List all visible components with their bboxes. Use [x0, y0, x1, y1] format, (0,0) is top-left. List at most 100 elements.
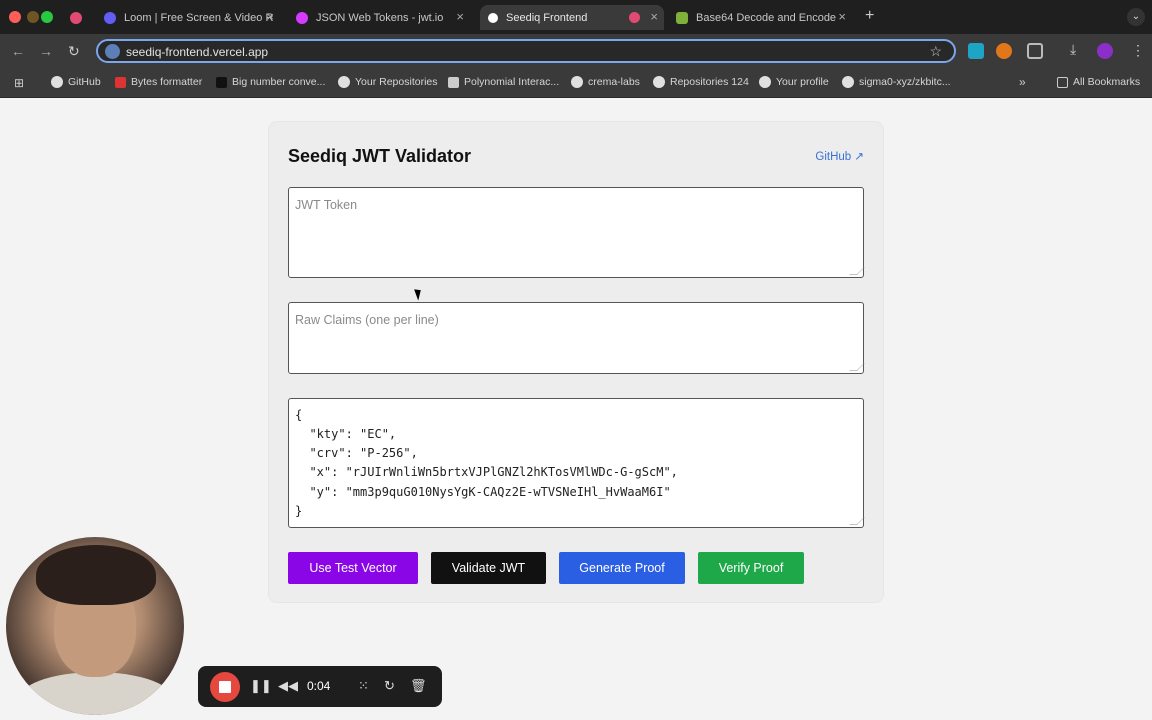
github-icon: [759, 76, 771, 88]
new-tab-icon[interactable]: +: [865, 7, 874, 25]
validate-jwt-button[interactable]: Validate JWT: [431, 552, 546, 584]
bookmarks-bar: ⊞ GitHub Bytes formatter Big number conv…: [0, 68, 1152, 98]
bookmark-bytes-formatter[interactable]: Bytes formatter: [115, 76, 202, 88]
loom-icon: [104, 11, 116, 24]
restart-icon[interactable]: ↻: [384, 678, 395, 694]
bookmark-big-number[interactable]: Big number conve...: [216, 76, 325, 88]
forward-icon[interactable]: →: [39, 43, 53, 59]
drawing-grid-icon[interactable]: ⁙: [358, 678, 369, 694]
bookmark-label: Your profile: [776, 76, 829, 88]
jwk-line: "crv": "P-256",: [295, 446, 418, 460]
jwk-line: "kty": "EC",: [295, 427, 397, 441]
use-test-vector-button[interactable]: Use Test Vector: [288, 552, 418, 584]
reload-icon[interactable]: ↻: [68, 43, 80, 60]
verify-proof-button[interactable]: Verify Proof: [698, 552, 804, 584]
download-icon[interactable]: ⤓: [1070, 41, 1076, 58]
menu-kebab-icon[interactable]: ⋮: [1131, 42, 1145, 59]
resize-handle[interactable]: [849, 363, 865, 371]
close-icon[interactable]: ×: [838, 9, 846, 24]
extensions-puzzle-icon[interactable]: [1027, 43, 1043, 59]
bookmark-label: sigma0-xyz/zkbitc...: [859, 76, 951, 88]
tab-pinned[interactable]: [70, 5, 94, 30]
bookmark-label: Bytes formatter: [131, 76, 203, 88]
jwt-icon: [296, 11, 308, 24]
bookmark-all-bookmarks[interactable]: All Bookmarks: [1057, 76, 1140, 88]
resize-handle[interactable]: [849, 517, 865, 525]
tab-label: Seediq Frontend: [506, 11, 588, 24]
back-icon[interactable]: ←: [11, 43, 25, 59]
url-text: seediq-frontend.vercel.app: [126, 45, 269, 59]
bookmark-star-icon[interactable]: ☆: [929, 43, 942, 60]
bookmark-label: Repositories 124: [670, 76, 749, 88]
tab-base64[interactable]: Base64 Decode and Encode ×: [676, 5, 852, 30]
recording-controls: ❚❚ ◀◀ 0:04 ⁙ ↻ 🗑: [198, 666, 442, 707]
jwk-line: }: [295, 504, 303, 518]
bookmark-github[interactable]: GitHub: [51, 76, 101, 88]
github-icon: [571, 76, 583, 88]
bookmark-polynomial[interactable]: Polynomial Interac...: [448, 76, 559, 88]
bookmark-favicon: [216, 76, 227, 88]
recording-time: 0:04: [307, 679, 331, 693]
github-icon: [842, 76, 854, 88]
bookmark-sigma0[interactable]: sigma0-xyz/zkbitc...: [842, 76, 951, 88]
bookmark-crema-labs[interactable]: crema-labs: [571, 76, 640, 88]
bookmark-label: GitHub: [68, 76, 101, 88]
jwk-public-key-input[interactable]: { "kty": "EC", "crv": "P-256", "x": "rJU…: [288, 398, 865, 528]
jwk-line: {: [295, 408, 303, 422]
extension-icon[interactable]: [968, 43, 984, 59]
apps-grid-icon[interactable]: ⊞: [14, 76, 24, 90]
rewind-icon[interactable]: ◀◀: [278, 678, 298, 694]
github-icon: [338, 76, 350, 88]
jwt-token-input[interactable]: JWT Token: [288, 187, 865, 278]
tab-label: JSON Web Tokens - jwt.io: [316, 11, 444, 24]
page-title: Seediq JWT Validator: [288, 146, 472, 166]
profile-avatar[interactable]: [1097, 43, 1113, 59]
tab-loom[interactable]: Loom | Free Screen & Video R ×: [104, 5, 280, 30]
github-link[interactable]: GitHub ↗: [815, 149, 864, 163]
pause-icon[interactable]: ❚❚: [250, 678, 272, 694]
metamask-icon[interactable]: [996, 43, 1012, 59]
github-icon: [653, 76, 665, 88]
bookmark-label: All Bookmarks: [1073, 76, 1141, 88]
bookmark-your-profile[interactable]: Your profile: [759, 76, 829, 88]
tab-jwt-io[interactable]: JSON Web Tokens - jwt.io ×: [296, 5, 470, 30]
maximize-window-button[interactable]: [41, 11, 53, 23]
close-icon[interactable]: ×: [456, 9, 464, 24]
validator-card: Seediq JWT Validator GitHub ↗ JWT Token …: [269, 122, 883, 602]
raw-claims-placeholder: Raw Claims (one per line): [295, 313, 439, 327]
close-icon[interactable]: ×: [650, 9, 658, 24]
raw-claims-input[interactable]: Raw Claims (one per line): [288, 302, 865, 374]
bookmark-label: Big number conve...: [232, 76, 326, 88]
generate-proof-button[interactable]: Generate Proof: [559, 552, 685, 584]
close-icon[interactable]: ×: [266, 9, 274, 24]
browser-tab-bar: Loom | Free Screen & Video R × JSON Web …: [0, 0, 1152, 34]
tab-label: Loom | Free Screen & Video R: [124, 11, 274, 24]
webcam-shirt: [16, 672, 176, 715]
bookmark-label: Your Repositories: [355, 76, 438, 88]
bookmarks-overflow-icon[interactable]: »: [1019, 75, 1026, 89]
bookmark-favicon: [115, 76, 126, 88]
site-info-icon[interactable]: [105, 44, 120, 59]
minimize-window-button[interactable]: [27, 11, 39, 23]
github-icon: [51, 76, 63, 88]
base64-icon: [676, 11, 688, 24]
bookmark-repositories-124[interactable]: Repositories 124: [653, 76, 749, 88]
tab-label: Base64 Decode and Encode: [696, 11, 837, 24]
tab-seediq-frontend[interactable]: Seediq Frontend ×: [480, 5, 664, 30]
address-bar[interactable]: seediq-frontend.vercel.app ☆: [96, 39, 956, 63]
bookmark-favicon: [448, 76, 459, 88]
bookmark-label: Polynomial Interac...: [464, 76, 560, 88]
vercel-icon: [488, 12, 498, 23]
chevron-down-icon[interactable]: ⌄: [1127, 8, 1145, 26]
webcam-hair: [36, 545, 156, 605]
record-icon: [70, 11, 82, 24]
jwt-token-placeholder: JWT Token: [295, 198, 358, 212]
bookmark-your-repositories[interactable]: Your Repositories: [338, 76, 438, 88]
jwk-line: "y": "mm3p9quG010NysYgK-CAQz2E-wTVSNeIHl…: [295, 485, 671, 499]
trash-icon[interactable]: 🗑: [410, 678, 427, 694]
bookmark-label: crema-labs: [588, 76, 640, 88]
close-window-button[interactable]: [9, 11, 21, 23]
resize-handle[interactable]: [849, 267, 865, 275]
jwk-line: "x": "rJUIrWnliWn5brtxVJPlGNZl2hKTosVMlW…: [295, 465, 678, 479]
stop-recording-button[interactable]: [210, 672, 240, 702]
